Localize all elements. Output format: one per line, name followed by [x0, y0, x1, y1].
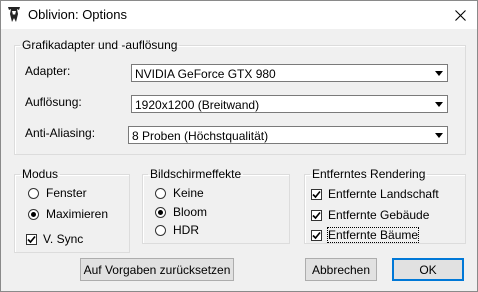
mode-window-label: Fenster: [46, 186, 87, 200]
checkmark-icon: [312, 231, 321, 239]
radio-indicator[interactable]: [28, 208, 39, 220]
checkbox-indicator[interactable]: [26, 233, 37, 245]
checkbox-indicator[interactable]: [311, 188, 322, 200]
effects-hdr-label: HDR: [173, 223, 199, 237]
adapter-value: NVIDIA GeForce GTX 980: [135, 67, 276, 81]
close-icon: [454, 9, 466, 21]
resolution-label: Auflösung:: [25, 95, 82, 109]
ok-button[interactable]: OK: [392, 258, 464, 281]
distant-buildings-checkbox[interactable]: Entfernte Gebäude: [311, 208, 429, 222]
checkbox-indicator[interactable]: [311, 209, 322, 221]
resolution-value: 1920x1200 (Breitwand): [135, 98, 260, 112]
effects-bloom-label: Bloom: [173, 205, 208, 219]
effects-bloom-radio[interactable]: Bloom: [155, 205, 207, 219]
distant-landscape-checkbox[interactable]: Entfernte Landschaft: [311, 187, 439, 201]
display-group-legend: Grafikadapter und -auflösung: [22, 38, 178, 52]
distant-landscape-label: Entfernte Landschaft: [328, 187, 439, 201]
reset-defaults-button[interactable]: Auf Vorgaben zurücksetzen: [80, 258, 234, 281]
radio-indicator[interactable]: [28, 187, 39, 199]
title-bar[interactable]: Oblivion: Options: [1, 1, 477, 29]
effects-none-radio[interactable]: Keine: [155, 186, 204, 200]
radio-indicator[interactable]: [155, 187, 166, 199]
adapter-label: Adapter:: [25, 64, 71, 78]
effects-hdr-radio[interactable]: HDR: [155, 223, 199, 237]
effects-group-legend: Bildschirmeffekte: [150, 167, 242, 181]
options-window: Oblivion: Options Grafikadapter und -auf…: [0, 0, 478, 292]
distant-trees-checkbox[interactable]: Entfernte Bäume: [311, 227, 420, 243]
mode-group-legend: Modus: [22, 167, 59, 181]
antialiasing-select[interactable]: 8 Proben (Höchstqualität): [128, 126, 448, 144]
checkmark-icon: [27, 235, 36, 243]
vsync-checkbox[interactable]: V. Sync: [26, 232, 83, 246]
distant-buildings-label: Entfernte Gebäude: [328, 208, 430, 222]
chevron-down-icon[interactable]: [431, 127, 447, 143]
checkmark-icon: [312, 190, 321, 198]
resolution-select[interactable]: 1920x1200 (Breitwand): [131, 95, 448, 113]
chevron-down-icon[interactable]: [431, 96, 447, 112]
cancel-button[interactable]: Abbrechen: [305, 258, 377, 281]
vsync-label: V. Sync: [43, 232, 84, 246]
adapter-select[interactable]: NVIDIA GeForce GTX 980: [131, 64, 448, 82]
window-title: Oblivion: Options: [28, 7, 127, 22]
checkbox-indicator[interactable]: [311, 229, 322, 241]
mode-maximize-label: Maximieren: [46, 207, 109, 221]
oblivion-emblem-icon: [8, 7, 20, 22]
close-button[interactable]: [443, 1, 477, 29]
radio-indicator[interactable]: [155, 206, 166, 218]
radio-indicator[interactable]: [155, 224, 166, 236]
mode-window-radio[interactable]: Fenster: [28, 186, 87, 200]
antialiasing-value: 8 Proben (Höchstqualität): [132, 129, 269, 143]
checkmark-icon: [312, 211, 321, 219]
effects-none-label: Keine: [173, 186, 204, 200]
chevron-down-icon[interactable]: [431, 65, 447, 81]
distant-trees-label: Entfernte Bäume: [326, 227, 420, 243]
mode-maximize-radio[interactable]: Maximieren: [28, 207, 108, 221]
antialiasing-label: Anti-Aliasing:: [25, 126, 96, 140]
distant-rendering-legend: Entferntes Rendering: [312, 167, 426, 181]
